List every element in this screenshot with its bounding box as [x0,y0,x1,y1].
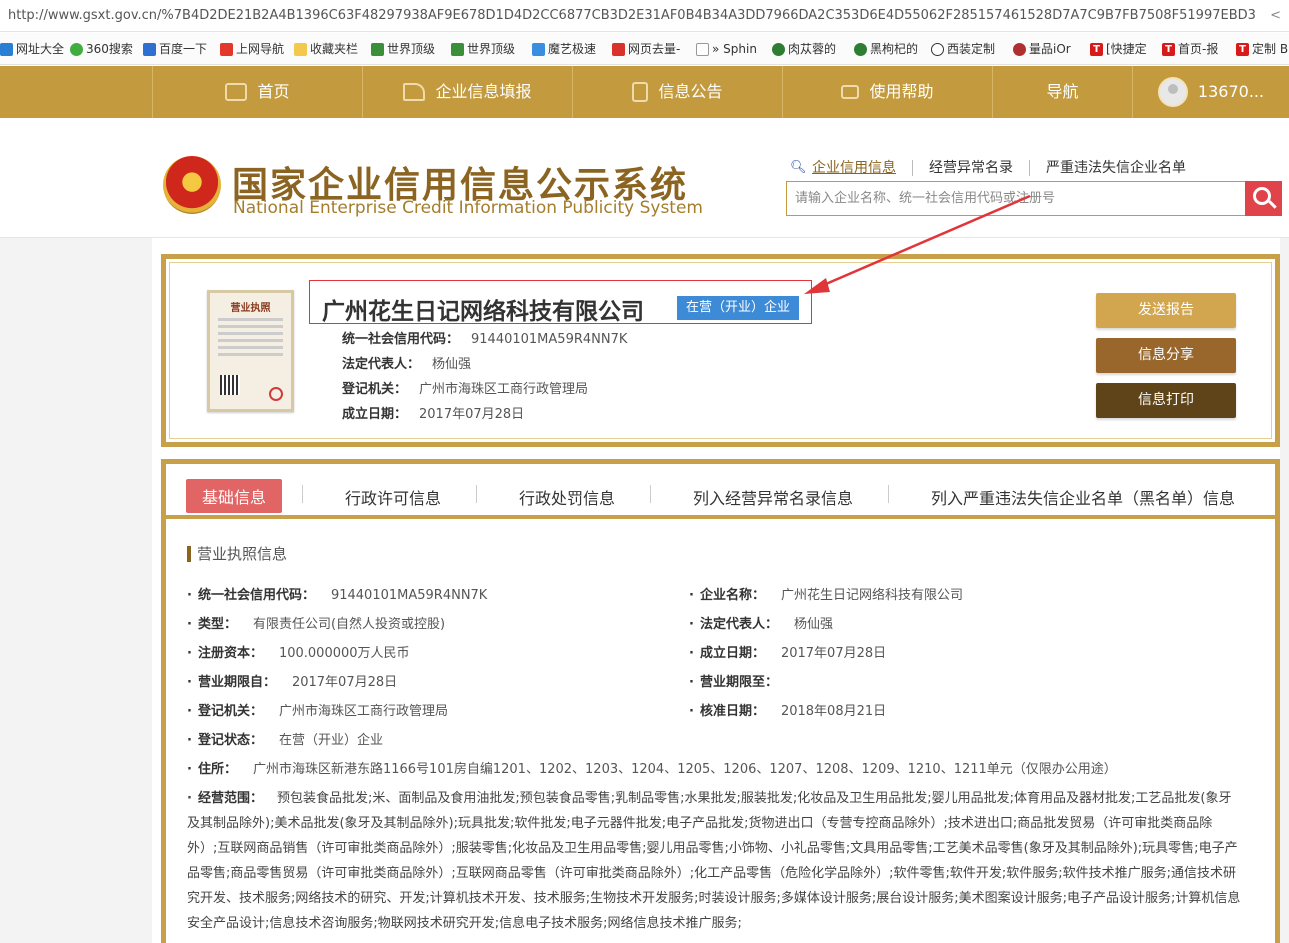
nav-enterprise-report[interactable]: 企业信息填报 [362,66,572,118]
site-title-en: National Enterprise Credit Information P… [233,198,703,218]
print-info-button[interactable]: 信息打印 [1096,383,1236,418]
bookmark-icon [612,42,625,56]
field-registered-capital: 注册资本：100.000000万人民币 [187,642,410,661]
legal-rep-row: 法定代表人： 杨仙强 [342,357,472,372]
bookmark-item[interactable]: 网页去量- [612,33,680,64]
left-gutter [0,238,152,943]
bookmark-item[interactable]: 肉苁蓉的 [772,33,836,64]
national-emblem-logo [163,156,221,214]
reg-authority-row: 登记机关： 广州市海珠区工商行政管理局 [342,382,589,397]
bookmark-icon [451,42,464,56]
bookmark-item[interactable]: 上网导航 [220,33,284,64]
business-license-image[interactable]: 营业执照 [207,290,294,412]
bookmark-icon [0,42,13,56]
field-est-date: 成立日期：2017年07月28日 [689,642,886,661]
document-icon [632,82,649,102]
tab-abnormal-operation[interactable]: 列入经营异常名录信息 [693,485,853,509]
tab-admin-license[interactable]: 行政许可信息 [345,485,441,509]
bookmark-item[interactable]: 量品iOr [1013,33,1071,64]
tab-blacklist[interactable]: 严重违法失信企业名单 [1029,160,1202,176]
bookmark-icon: T [1090,42,1103,56]
field-term-to: 营业期限至： [689,671,794,690]
nav-navigation[interactable]: 导航 [992,66,1132,118]
nav-announcements[interactable]: 信息公告 [572,66,782,118]
main-nav: 首页 企业信息填报 信息公告 使用帮助 导航 13670... [0,66,1289,118]
right-gutter [1280,238,1289,943]
seal-icon [269,387,283,401]
company-name: 广州花生日记网络科技有限公司 [322,299,644,325]
field-type: 类型：有限责任公司(自然人投资或控股) [187,613,445,632]
share-icon[interactable]: < [1270,0,1281,31]
credit-code-row: 统一社会信用代码： 91440101MA59R4NN7K [342,332,628,347]
field-company-name: 企业名称：广州花生日记网络科技有限公司 [689,584,963,603]
status-badge: 在营（开业）企业 [677,296,799,320]
qr-code-icon [220,375,240,395]
bookmark-item[interactable]: 黑枸杞的 [854,33,918,64]
bookmark-icon [931,42,944,56]
search-button[interactable] [1245,181,1282,216]
address-bar[interactable]: http://www.gsxt.gov.cn/%7B4D2DE21B2A4B13… [0,0,1289,32]
search-input[interactable]: 请输入企业名称、统一社会信用代码或注册号 [786,181,1246,216]
bookmark-item[interactable]: » Sphin [696,33,757,64]
bookmark-item[interactable]: T 定制 B [1236,33,1288,64]
bookmark-icon [143,42,156,56]
tab-serious-violation[interactable]: 列入严重违法失信企业名单（黑名单）信息 [931,485,1235,509]
field-term-from: 营业期限自：2017年07月28日 [187,671,397,690]
speaker-icon [841,85,860,99]
share-info-button[interactable]: 信息分享 [1096,338,1236,373]
page-icon [696,42,709,56]
field-reg-status: 登记状态：在营（开业）企业 [187,729,383,748]
bookmark-item[interactable]: 西装定制 [931,33,995,64]
bookmark-item[interactable]: T [快捷定 [1090,33,1147,64]
folder-icon [294,42,307,56]
nav-help[interactable]: 使用帮助 [782,66,992,118]
bookmark-item[interactable]: 百度一下 [143,33,207,64]
bookmarks-bar: 网址大全 360搜索 百度一下 上网导航 收藏夹栏 世界顶级 世界顶级 魔艺极速… [0,33,1289,65]
tab-basic-info[interactable]: 基础信息 [186,479,283,513]
bookmark-item[interactable]: 网址大全 [0,33,64,64]
avatar [1157,77,1188,107]
user-menu[interactable]: 13670... [1132,66,1289,118]
bookmark-item[interactable]: 魔艺极速 [532,33,596,64]
bookmark-icon [371,42,384,56]
field-credit-code: 统一社会信用代码：91440101MA59R4NN7K [187,584,487,603]
bookmark-item[interactable]: 收藏夹栏 [294,33,358,64]
search-tabs: 企业信用信息 经营异常名录 严重违法失信企业名单 [790,160,1202,176]
bookmark-icon [772,42,785,56]
tab-credit-info[interactable]: 企业信用信息 [790,160,912,176]
field-address: 住所：广州市海珠区新港东路1166号101房自编1201、1202、1203、1… [187,758,1117,777]
bookmark-item[interactable]: 世界顶级 [451,33,515,64]
bookmark-icon [1013,42,1026,56]
bookmark-icon: T [1236,42,1249,56]
pen-icon [403,83,426,101]
bookmark-icon [532,42,545,56]
field-legal-rep: 法定代表人：杨仙强 [689,613,833,632]
bookmark-icon [854,42,867,56]
section-title: 营业执照信息 [187,546,287,562]
nav-home[interactable]: 首页 [152,66,362,118]
bookmark-item[interactable]: 世界顶级 [371,33,435,64]
tab-abnormal-list[interactable]: 经营异常名录 [912,160,1029,176]
est-date-row: 成立日期： 2017年07月28日 [342,407,525,422]
monitor-icon [225,83,248,101]
bookmark-icon: T [1162,42,1175,56]
send-report-button[interactable]: 发送报告 [1096,293,1236,328]
url-text[interactable]: http://www.gsxt.gov.cn/%7B4D2DE21B2A4B13… [8,8,1256,23]
bookmark-icon [220,42,233,56]
field-approval-date: 核准日期：2018年08月21日 [689,700,886,719]
tab-admin-penalty[interactable]: 行政处罚信息 [519,485,615,509]
field-reg-authority: 登记机关：广州市海珠区工商行政管理局 [187,700,448,719]
bookmark-item[interactable]: 360搜索 [70,33,133,64]
bookmark-item[interactable]: T 首页-报 [1162,33,1218,64]
field-business-scope: 经营范围：预包装食品批发;米、面制品及食用油批发;预包装食品零售;乳制品零售;水… [187,786,1242,936]
bookmark-icon [70,42,83,56]
